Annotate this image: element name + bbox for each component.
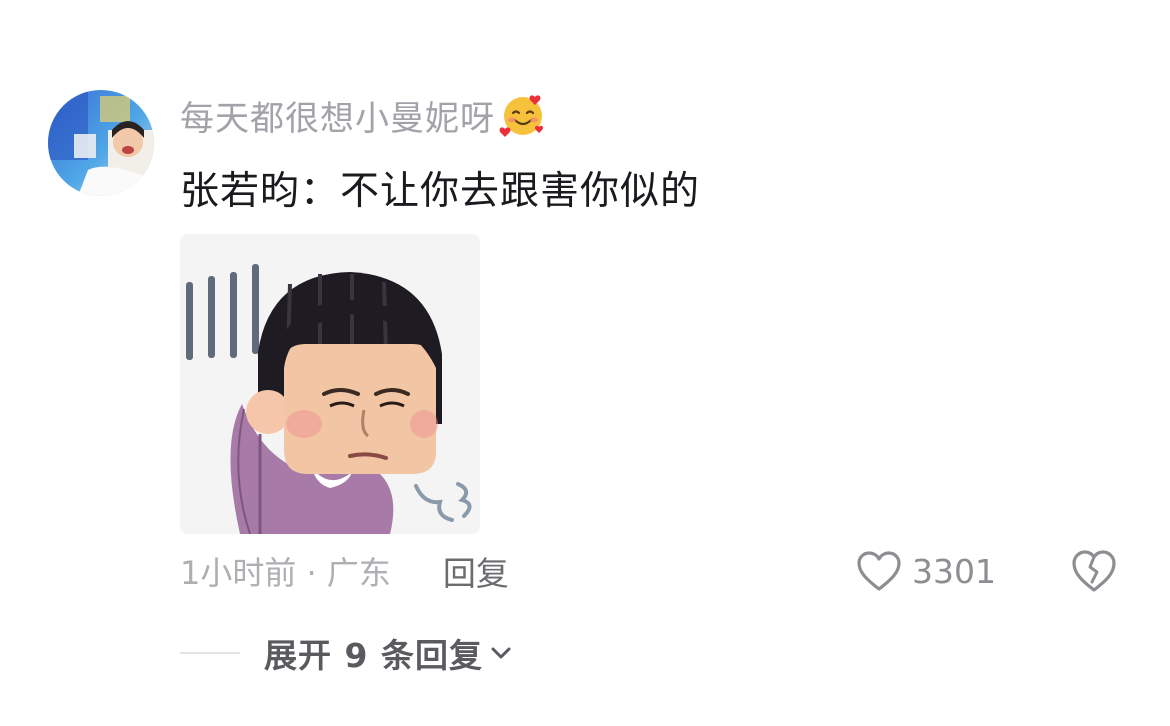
expand-replies-row: 展开 9 条回复: [180, 628, 513, 678]
meta-row: 1小时前 · 广东 回复: [180, 546, 509, 596]
smiling-face-with-hearts-icon: [499, 95, 544, 137]
expand-replies-button[interactable]: 展开 9 条回复: [264, 629, 513, 677]
broken-heart-icon: [1072, 550, 1116, 592]
username[interactable]: 每天都很想小曼妮呀: [180, 91, 495, 140]
reply-button[interactable]: 回复: [443, 547, 509, 595]
comment-item: 每天都很想小曼妮呀 张若昀：不让你去跟害你似的 1小时前 · 广东 回复 330…: [0, 0, 1170, 726]
like-button[interactable]: 3301: [856, 546, 996, 596]
time-location: 1小时前 · 广东: [180, 554, 391, 592]
comment-text: 张若昀：不让你去跟害你似的: [180, 169, 701, 214]
dislike-button[interactable]: [1070, 548, 1118, 594]
divider-line: [180, 652, 240, 654]
sticker-illustration: [180, 234, 480, 534]
like-count: 3301: [912, 551, 996, 591]
sticker-image[interactable]: [180, 234, 480, 534]
avatar[interactable]: [48, 90, 154, 196]
heart-outline-icon: [857, 551, 901, 591]
username-row: 每天都很想小曼妮呀: [180, 90, 547, 140]
expand-replies-label: 展开 9 条回复: [264, 636, 483, 675]
avatar-image: [48, 90, 154, 196]
chevron-down-icon: [491, 647, 511, 659]
